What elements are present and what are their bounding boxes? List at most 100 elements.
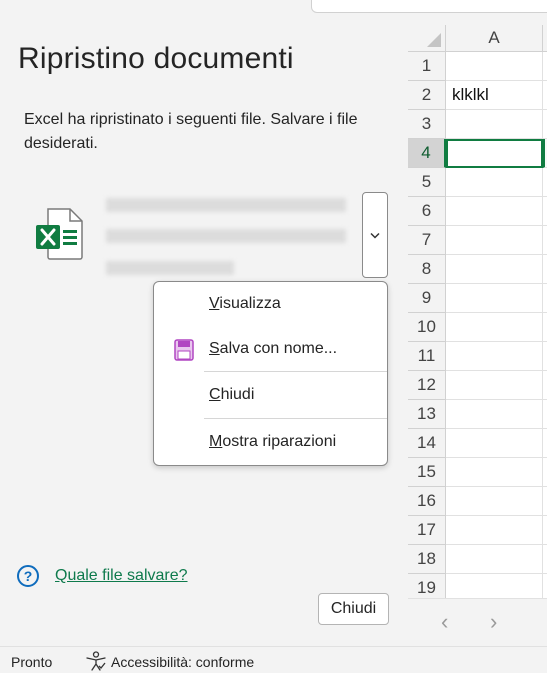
grid-row: 19	[408, 574, 547, 598]
cell-a[interactable]	[446, 400, 543, 429]
row-header[interactable]: 3	[408, 110, 446, 139]
cell-b[interactable]	[543, 168, 547, 197]
select-all-corner[interactable]	[408, 25, 446, 52]
cell-b[interactable]	[543, 545, 547, 574]
cell-a[interactable]	[446, 197, 543, 226]
pane-title: Ripristino documenti	[18, 42, 294, 75]
cell-b[interactable]	[543, 574, 547, 598]
row-header[interactable]: 15	[408, 458, 446, 487]
cell-b[interactable]	[543, 52, 547, 81]
cell-b[interactable]	[543, 284, 547, 313]
column-header-a[interactable]: A	[446, 25, 543, 52]
cell-b[interactable]	[543, 313, 547, 342]
grid-row: 4	[408, 139, 547, 168]
cell-b[interactable]	[543, 516, 547, 545]
row-header[interactable]: 8	[408, 255, 446, 284]
grid-row: 18	[408, 545, 547, 574]
cell-a[interactable]	[446, 255, 543, 284]
cell-a[interactable]	[446, 487, 543, 516]
cell-a[interactable]	[446, 226, 543, 255]
cell-b[interactable]	[543, 371, 547, 400]
document-recovery-pane: Ripristino documenti Excel ha ripristina…	[0, 14, 408, 646]
cell-b[interactable]	[543, 255, 547, 284]
grid-row: 1	[408, 52, 547, 81]
grid-row: 2 klklkl	[408, 81, 547, 110]
help-question-icon[interactable]: ?	[17, 565, 39, 587]
cell-b[interactable]	[543, 226, 547, 255]
cell-a[interactable]	[446, 545, 543, 574]
cell-a[interactable]	[446, 139, 543, 168]
row-header[interactable]: 1	[408, 52, 446, 81]
pane-description: Excel ha ripristinato i seguenti file. S…	[24, 111, 358, 152]
row-header[interactable]: 18	[408, 545, 446, 574]
row-header[interactable]: 4	[408, 139, 446, 168]
cell-a[interactable]	[446, 52, 543, 81]
accessibility-icon[interactable]	[85, 651, 107, 671]
cell-a[interactable]	[446, 313, 543, 342]
status-ready: Pronto	[11, 654, 53, 670]
status-bar: Pronto Accessibilità: conforme	[0, 646, 547, 673]
cell-a[interactable]	[446, 168, 543, 197]
cell-a[interactable]	[446, 429, 543, 458]
accessibility-status[interactable]: Accessibilità: conforme	[111, 654, 254, 670]
grid-row: 7	[408, 226, 547, 255]
menu-item-save-as[interactable]: Salva con nome...	[154, 327, 387, 371]
cell-b[interactable]	[543, 400, 547, 429]
cell-b[interactable]	[543, 487, 547, 516]
row-header[interactable]: 16	[408, 487, 446, 516]
row-header[interactable]: 13	[408, 400, 446, 429]
grid-row: 17	[408, 516, 547, 545]
file-options-menu: Visualizza Salva con nome... Chiudi Most…	[153, 281, 388, 466]
cell-a[interactable]	[446, 516, 543, 545]
row-header[interactable]: 5	[408, 168, 446, 197]
row-header[interactable]: 12	[408, 371, 446, 400]
cell-a[interactable]	[446, 458, 543, 487]
cell-b[interactable]	[543, 458, 547, 487]
menu-item-close[interactable]: Chiudi	[154, 373, 387, 417]
row-header[interactable]: 19	[408, 574, 446, 598]
row-header[interactable]: 7	[408, 226, 446, 255]
grid-row: 14	[408, 429, 547, 458]
cell-a[interactable]	[446, 574, 543, 598]
column-header-b[interactable]	[543, 25, 547, 52]
menu-item-label: Mostra riparazioni	[209, 433, 337, 450]
row-header[interactable]: 14	[408, 429, 446, 458]
file-options-dropdown-button[interactable]	[362, 192, 388, 278]
grid-row: 16	[408, 487, 547, 516]
cell-b[interactable]	[543, 429, 547, 458]
menu-separator	[204, 418, 387, 419]
cell-b[interactable]	[543, 81, 547, 110]
row-header[interactable]: 17	[408, 516, 446, 545]
grid-row: 10	[408, 313, 547, 342]
file-date-redacted	[106, 261, 234, 275]
row-header[interactable]: 6	[408, 197, 446, 226]
cell-a[interactable]	[446, 342, 543, 371]
grid-row: 3	[408, 110, 547, 139]
chevron-down-icon	[370, 232, 380, 239]
formula-bar-input[interactable]	[311, 0, 547, 13]
cell-b[interactable]	[543, 139, 547, 168]
cell-a[interactable]	[446, 284, 543, 313]
cell-b[interactable]	[543, 197, 547, 226]
sheet-prev-arrow-icon[interactable]: ‹	[441, 609, 448, 635]
file-name-redacted	[106, 198, 346, 212]
row-header[interactable]: 11	[408, 342, 446, 371]
menu-item-label: Visualizza	[209, 295, 281, 312]
grid-row: 9	[408, 284, 547, 313]
menu-item-show-repairs[interactable]: Mostra riparazioni	[154, 420, 387, 464]
help-link[interactable]: Quale file salvare?	[55, 567, 188, 585]
cell-b[interactable]	[543, 110, 547, 139]
cell-a[interactable]: klklkl	[446, 81, 543, 110]
row-header[interactable]: 2	[408, 81, 446, 110]
grid-row: 5	[408, 168, 547, 197]
sheet-next-arrow-icon[interactable]: ›	[490, 609, 497, 635]
cell-a[interactable]	[446, 371, 543, 400]
cell-a[interactable]	[446, 110, 543, 139]
cell-b[interactable]	[543, 342, 547, 371]
menu-item-view[interactable]: Visualizza	[154, 282, 387, 326]
row-header[interactable]: 9	[408, 284, 446, 313]
sheet-nav-bar: ‹ ›	[408, 598, 547, 646]
grid-row: 13	[408, 400, 547, 429]
close-button[interactable]: Chiudi	[318, 593, 389, 625]
row-header[interactable]: 10	[408, 313, 446, 342]
